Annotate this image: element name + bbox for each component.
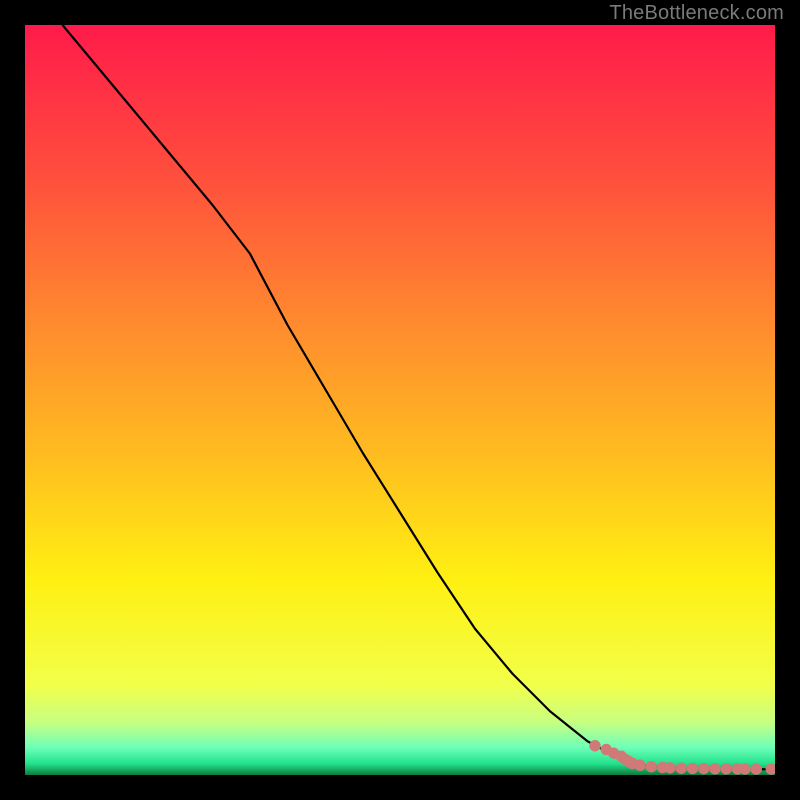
data-point	[590, 741, 600, 751]
chart-svg	[25, 25, 775, 775]
data-point	[710, 764, 720, 774]
data-point	[676, 763, 686, 773]
data-point	[766, 764, 775, 774]
data-point	[646, 762, 656, 772]
plot-area	[25, 25, 775, 775]
data-point	[699, 763, 709, 773]
chart-stage: TheBottleneck.com	[0, 0, 800, 800]
data-point	[751, 764, 761, 774]
data-point	[721, 764, 731, 774]
data-point	[687, 763, 697, 773]
data-point	[740, 764, 750, 774]
watermark-text: TheBottleneck.com	[609, 2, 784, 25]
data-point	[635, 760, 645, 770]
data-point	[665, 763, 675, 773]
gradient-background	[25, 25, 775, 775]
